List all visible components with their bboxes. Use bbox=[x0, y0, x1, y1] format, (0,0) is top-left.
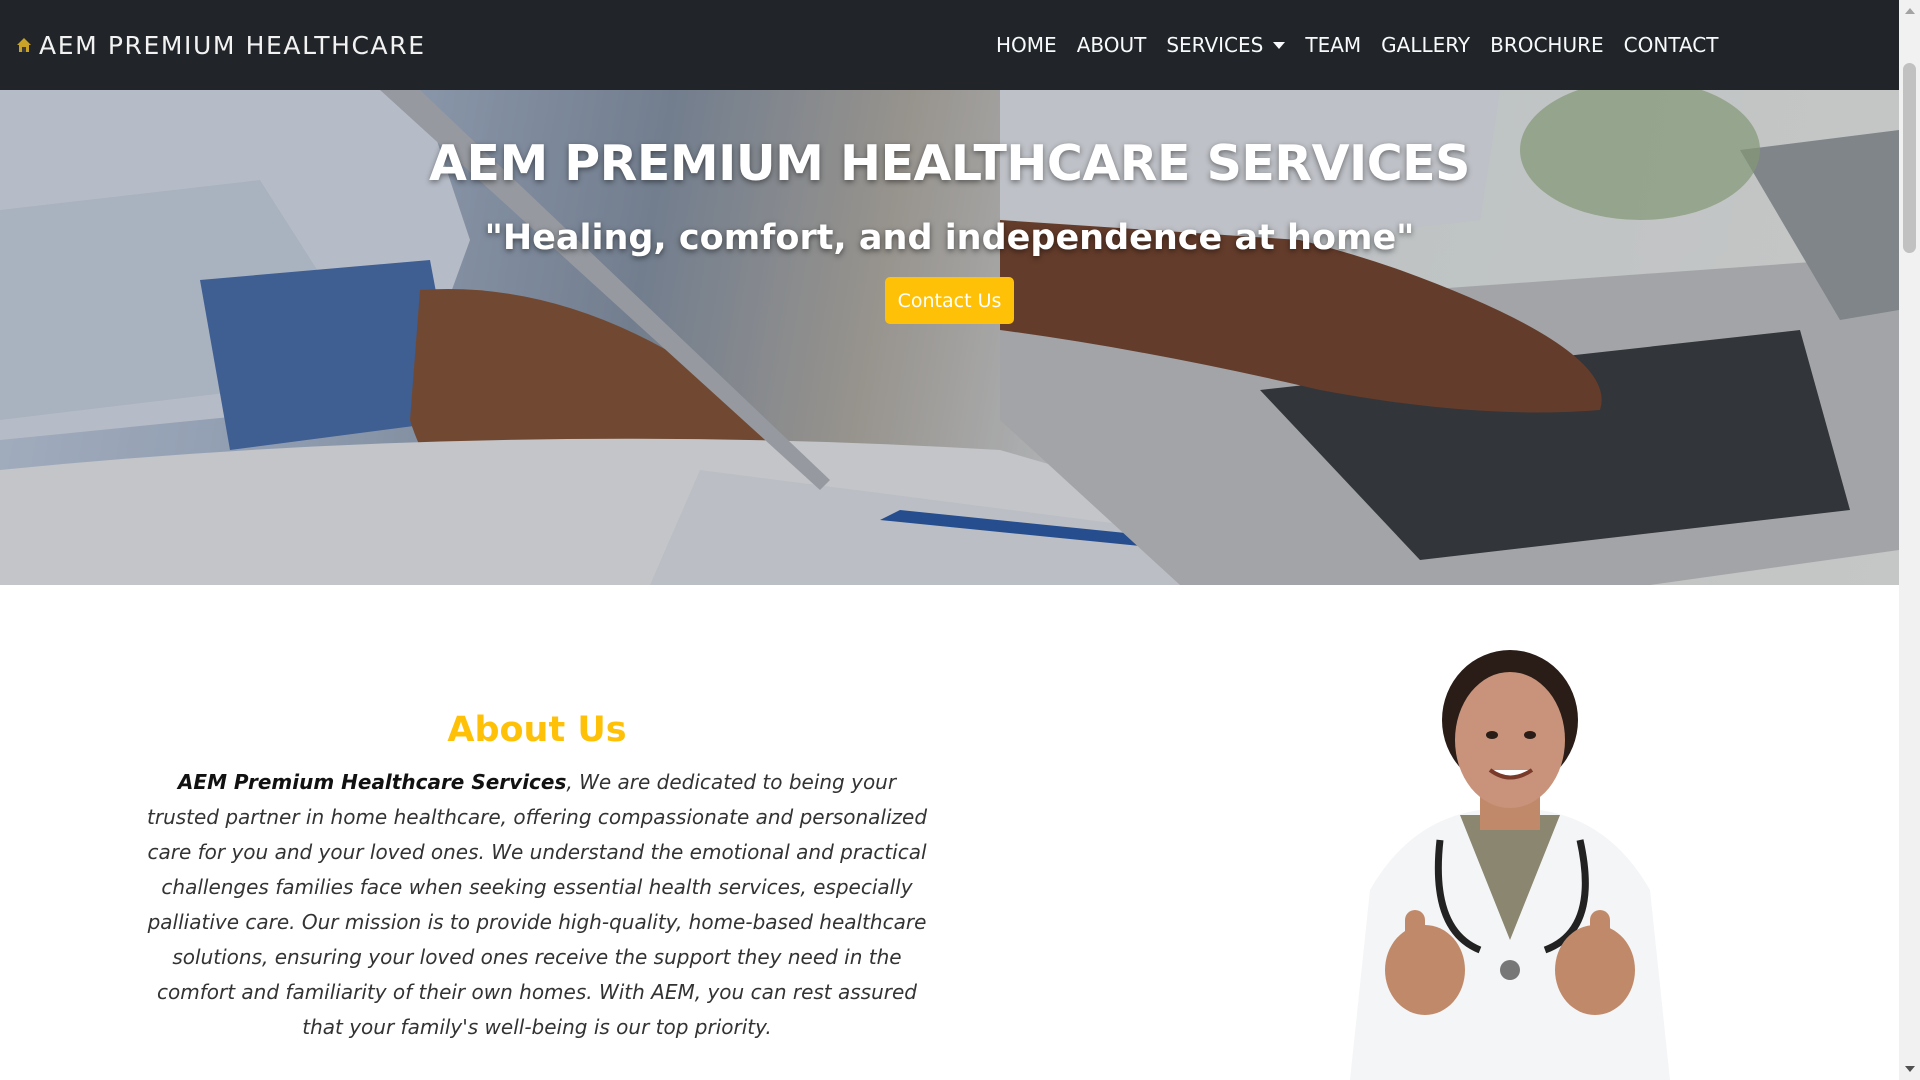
nav-gallery[interactable]: GALLERY bbox=[1371, 33, 1480, 57]
nav-brochure[interactable]: BROCHURE bbox=[1480, 33, 1614, 57]
scrollbar-thumb[interactable] bbox=[1903, 63, 1916, 253]
caret-down-icon bbox=[1273, 41, 1286, 49]
page-scrollbar[interactable] bbox=[1899, 0, 1920, 1080]
hero-tagline: "Healing, comfort, and independence at h… bbox=[484, 218, 1415, 258]
about-company-name: AEM Premium Healthcare Services bbox=[177, 770, 567, 794]
top-navbar: AEM PREMIUM HEALTHCARE HOME ABOUT SERVIC… bbox=[0, 0, 1899, 90]
scroll-down-arrow-icon[interactable] bbox=[1905, 1066, 1915, 1072]
nav-services-dropdown[interactable]: SERVICES bbox=[1156, 33, 1295, 57]
nav-team[interactable]: TEAM bbox=[1295, 33, 1371, 57]
contact-us-button[interactable]: Contact Us bbox=[885, 277, 1014, 324]
scroll-up-arrow-icon[interactable] bbox=[1905, 8, 1915, 14]
nav-services-label: SERVICES bbox=[1166, 33, 1264, 57]
doctor-photo bbox=[1350, 650, 1670, 1080]
about-paragraph: AEM Premium Healthcare Services, We are … bbox=[147, 765, 927, 1045]
nav-about[interactable]: ABOUT bbox=[1067, 33, 1157, 57]
nav-contact[interactable]: CONTACT bbox=[1614, 33, 1729, 57]
nav-menu: HOME ABOUT SERVICES TEAM GALLERY BROCHUR… bbox=[986, 0, 1728, 90]
hero-banner: AEM PREMIUM HEALTHCARE SERVICES "Healing… bbox=[0, 90, 1899, 585]
house-logo-icon bbox=[17, 38, 31, 52]
hero-title: AEM PREMIUM HEALTHCARE SERVICES bbox=[429, 135, 1470, 192]
brand-name: AEM PREMIUM HEALTHCARE bbox=[39, 30, 426, 60]
page-viewport: AEM PREMIUM HEALTHCARE HOME ABOUT SERVIC… bbox=[0, 0, 1899, 1080]
about-body-text: , We are dedicated to being your trusted… bbox=[147, 770, 928, 1039]
about-heading: About Us bbox=[447, 710, 627, 750]
nav-home[interactable]: HOME bbox=[986, 33, 1067, 57]
brand-link[interactable]: AEM PREMIUM HEALTHCARE bbox=[15, 0, 426, 90]
